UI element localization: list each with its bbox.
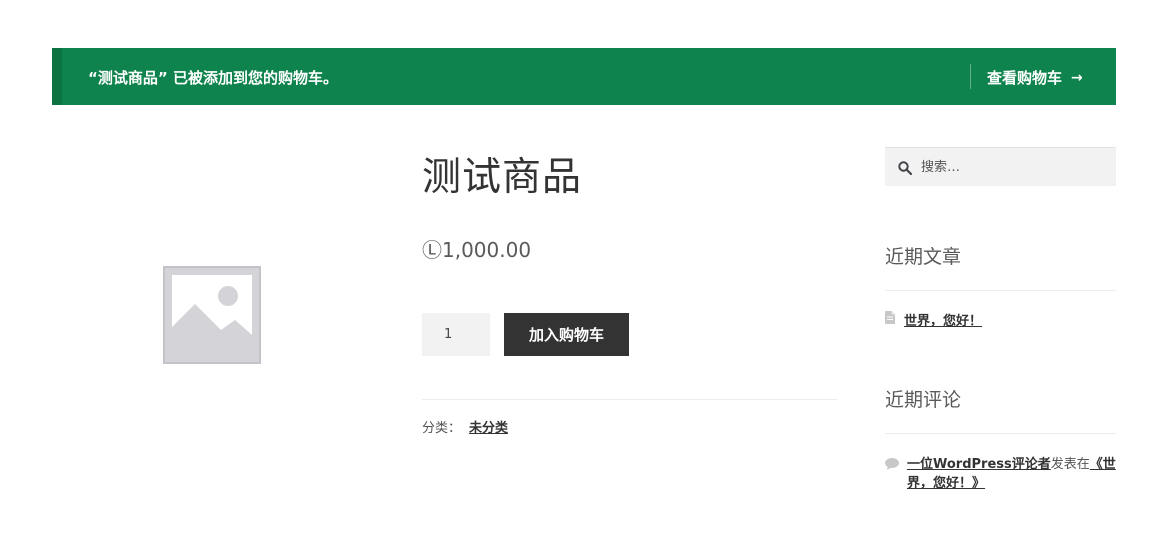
view-cart-label: 查看购物车 <box>987 69 1063 87</box>
category-label: 分类： <box>422 421 462 436</box>
product-title: 测试商品 <box>422 155 583 200</box>
document-icon <box>885 311 895 328</box>
recent-post-link[interactable]: 世界，您好！ <box>904 310 982 329</box>
add-to-cart-button[interactable]: 加入购物车 <box>504 313 629 356</box>
divider <box>885 290 1116 291</box>
notice-message: “测试商品” 已被添加到您的购物车。 <box>88 69 338 87</box>
divider <box>422 399 837 400</box>
product-image-placeholder-icon[interactable] <box>161 264 263 366</box>
recent-comments-title: 近期评论 <box>885 389 962 411</box>
list-item: 世界，您好！ <box>885 310 982 329</box>
search-icon <box>898 160 913 176</box>
category-link[interactable]: 未分类 <box>469 421 508 436</box>
search-box <box>885 147 1116 186</box>
product-meta: 分类： 未分类 <box>422 417 508 436</box>
success-notice: “测试商品” 已被添加到您的购物车。 查看购物车 → <box>52 48 1116 105</box>
quantity-input[interactable] <box>422 313 490 356</box>
recent-posts-title: 近期文章 <box>885 246 962 268</box>
comment-icon <box>885 457 899 476</box>
product-price: Ⓛ1,000.00 <box>422 238 532 262</box>
list-item: 一位WordPress评论者发表在《世界，您好！》 <box>885 455 1116 493</box>
comment-connector: 发表在 <box>1050 457 1090 472</box>
search-input[interactable] <box>921 148 1111 186</box>
notice-divider <box>970 64 971 89</box>
arrow-right-icon: → <box>1071 69 1083 86</box>
divider <box>885 433 1116 434</box>
comment-author-link[interactable]: 一位WordPress评论者 <box>907 457 1051 472</box>
view-cart-link[interactable]: 查看购物车 → <box>987 67 1083 88</box>
